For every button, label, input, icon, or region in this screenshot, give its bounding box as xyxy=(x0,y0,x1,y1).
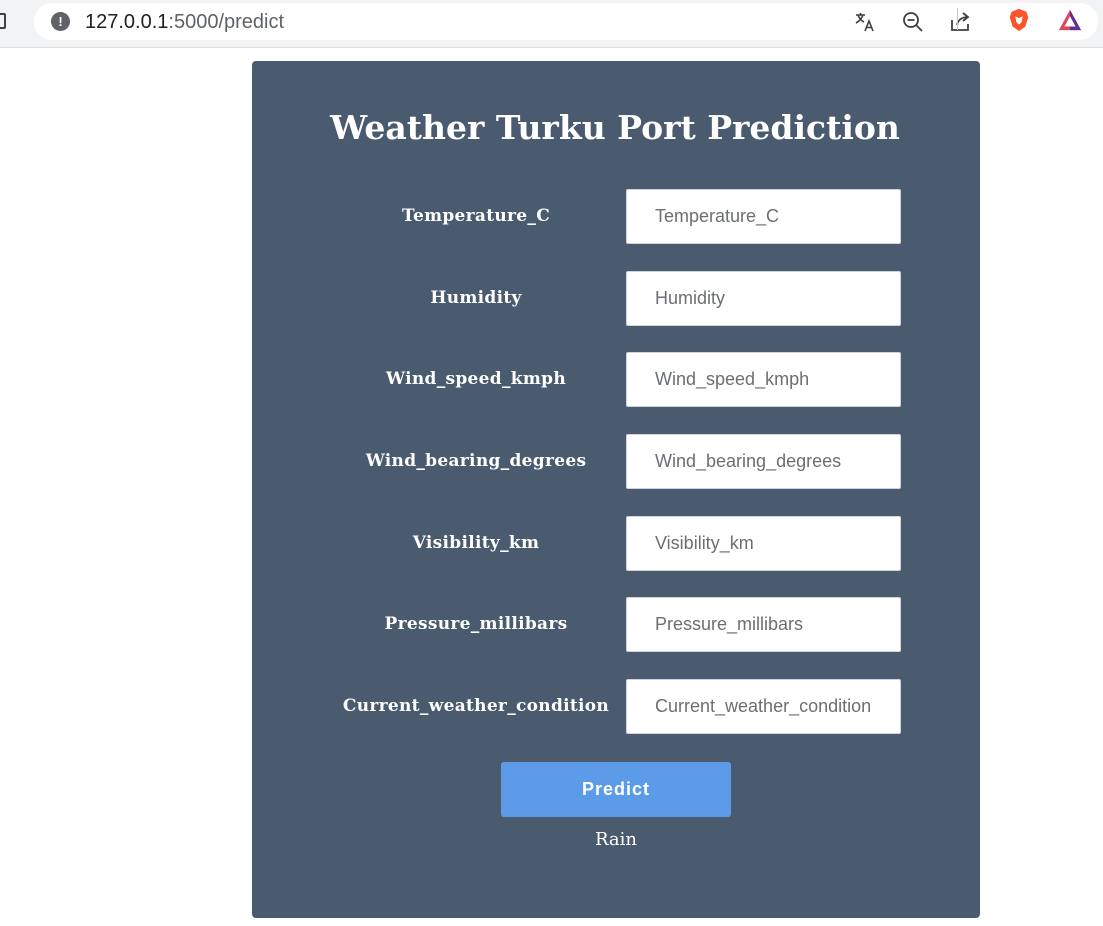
form-row-temperature: Temperature_C xyxy=(0,189,1103,244)
form-row-wind-speed: Wind_speed_kmph xyxy=(0,352,1103,407)
brave-shield-icon[interactable] xyxy=(1007,8,1031,32)
predict-button[interactable]: Predict xyxy=(501,762,731,817)
weather-condition-input[interactable] xyxy=(626,679,901,734)
prediction-result: Rain xyxy=(594,829,638,850)
pressure-label: Pressure_millibars xyxy=(384,614,568,634)
toolbar-separator xyxy=(957,8,958,30)
url-path: :5000/predict xyxy=(168,11,285,33)
info-icon[interactable]: ! xyxy=(51,12,70,31)
pressure-input[interactable] xyxy=(626,597,901,652)
wind-speed-input[interactable] xyxy=(626,352,901,407)
form-row-pressure: Pressure_millibars xyxy=(0,597,1103,652)
weather-condition-label: Current_weather_condition xyxy=(342,696,610,716)
brave-rewards-icon[interactable] xyxy=(1058,8,1082,32)
temperature-label: Temperature_C xyxy=(401,206,551,226)
bookmark-icon[interactable] xyxy=(0,13,6,29)
visibility-label: Visibility_km xyxy=(412,533,540,553)
address-bar[interactable]: ! 127.0.0.1:5000/predict xyxy=(34,3,1098,40)
form-row-humidity: Humidity xyxy=(0,271,1103,326)
translate-icon[interactable] xyxy=(853,10,877,34)
form-row-wind-bearing: Wind_bearing_degrees xyxy=(0,434,1103,489)
humidity-label: Humidity xyxy=(430,288,522,308)
page-title: Weather Turku Port Prediction xyxy=(330,108,900,147)
visibility-input[interactable] xyxy=(626,516,901,571)
form-row-visibility: Visibility_km xyxy=(0,516,1103,571)
wind-speed-label: Wind_speed_kmph xyxy=(386,369,566,389)
form-row-weather-condition: Current_weather_condition xyxy=(0,679,1103,734)
url-host: 127.0.0.1 xyxy=(85,11,169,33)
humidity-input[interactable] xyxy=(626,271,901,326)
zoom-out-icon[interactable] xyxy=(901,10,925,34)
temperature-input[interactable] xyxy=(626,189,901,244)
wind-bearing-label: Wind_bearing_degrees xyxy=(365,451,587,471)
browser-toolbar: ! 127.0.0.1:5000/predict xyxy=(0,0,1103,48)
share-icon[interactable] xyxy=(948,10,972,34)
url-text[interactable]: 127.0.0.1:5000/predict xyxy=(85,11,284,34)
wind-bearing-input[interactable] xyxy=(626,434,901,489)
